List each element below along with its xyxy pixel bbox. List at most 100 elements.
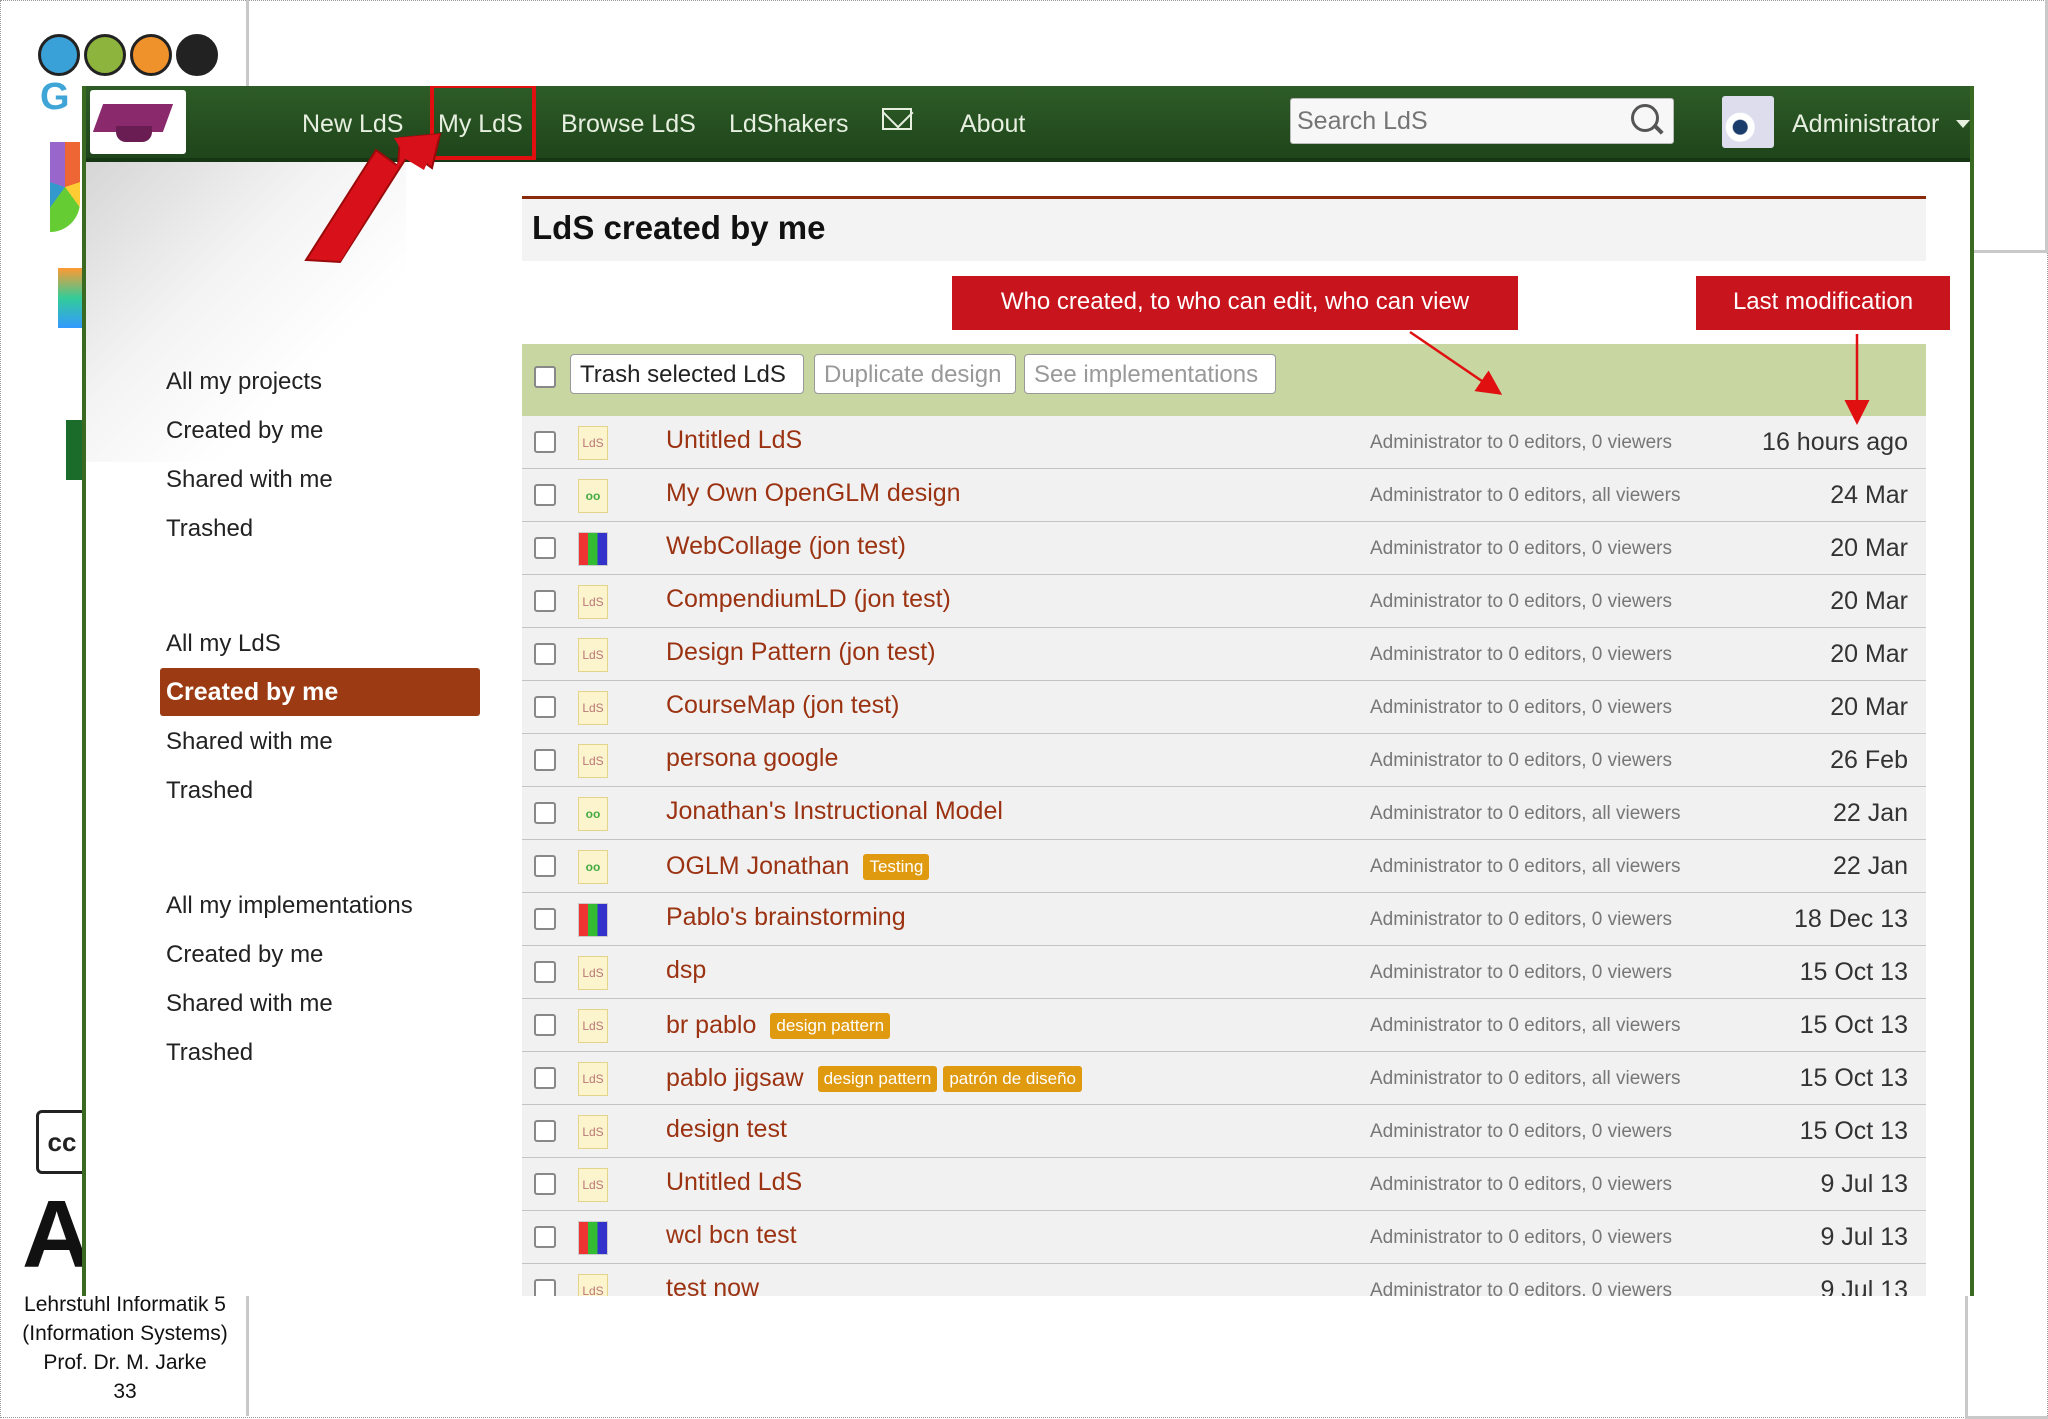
table-row[interactable]: LdS CompendiumLD (jon test) Administrator … bbox=[522, 575, 1926, 628]
row-title-text[interactable]: br pablo bbox=[666, 1011, 756, 1039]
row-title-link[interactable]: Jonathan's Instructional Model bbox=[666, 797, 1003, 826]
tag-badge[interactable]: patrón de diseño bbox=[943, 1066, 1082, 1092]
row-checkbox[interactable] bbox=[534, 590, 556, 612]
table-row[interactable]: LdS Untitled LdS Administrator to 0 editor… bbox=[522, 1158, 1926, 1211]
row-title-text[interactable]: CourseMap (jon test) bbox=[666, 691, 899, 719]
row-title-text[interactable]: Untitled LdS bbox=[666, 426, 802, 454]
table-row[interactable]: WebCollage (jon test) Administrator to 0 … bbox=[522, 522, 1926, 575]
sidebar-projects-created[interactable]: Created by me bbox=[166, 417, 323, 445]
trash-selected-button[interactable]: Trash selected LdS bbox=[570, 354, 804, 394]
table-row[interactable]: LdS br pablo design pattern Administrator t… bbox=[522, 999, 1926, 1052]
sidebar-lds-all[interactable]: All my LdS bbox=[166, 630, 281, 658]
row-checkbox[interactable] bbox=[534, 643, 556, 665]
row-title-link[interactable]: My Own OpenGLM design bbox=[666, 479, 961, 508]
sidebar-lds-trashed[interactable]: Trashed bbox=[166, 777, 253, 805]
row-title-link[interactable]: CourseMap (jon test) bbox=[666, 691, 899, 720]
row-checkbox[interactable] bbox=[534, 908, 556, 930]
row-checkbox[interactable] bbox=[534, 855, 556, 877]
row-title-text[interactable]: persona google bbox=[666, 744, 838, 772]
sidebar-projects-all[interactable]: All my projects bbox=[166, 368, 322, 396]
duplicate-design-button[interactable]: Duplicate design bbox=[814, 354, 1016, 394]
row-checkbox[interactable] bbox=[534, 1173, 556, 1195]
sidebar-impl-trashed[interactable]: Trashed bbox=[166, 1039, 253, 1067]
row-title-text[interactable]: pablo jigsaw bbox=[666, 1064, 804, 1092]
row-title-text[interactable]: CompendiumLD (jon test) bbox=[666, 585, 951, 613]
row-title-text[interactable]: Pablo's brainstorming bbox=[666, 903, 906, 931]
user-menu[interactable]: Administrator bbox=[1792, 86, 1939, 158]
table-row[interactable]: LdS persona google Administrator to 0 edit… bbox=[522, 734, 1926, 787]
row-title-link[interactable]: Design Pattern (jon test) bbox=[666, 638, 936, 667]
row-title-text[interactable]: test now bbox=[666, 1274, 759, 1296]
row-title-link[interactable]: CompendiumLD (jon test) bbox=[666, 585, 951, 614]
nav-about[interactable]: About bbox=[960, 86, 1025, 158]
nav-browse-lds[interactable]: Browse LdS bbox=[561, 86, 696, 158]
row-checkbox[interactable] bbox=[534, 1120, 556, 1142]
search-input[interactable] bbox=[1290, 98, 1674, 144]
see-implementations-button[interactable]: See implementations bbox=[1024, 354, 1276, 394]
row-checkbox[interactable] bbox=[534, 537, 556, 559]
row-checkbox[interactable] bbox=[534, 1014, 556, 1036]
row-checkbox[interactable] bbox=[534, 1226, 556, 1248]
row-title-link[interactable]: design test bbox=[666, 1115, 787, 1144]
brand-logo[interactable] bbox=[90, 90, 186, 154]
tag-badge[interactable]: design pattern bbox=[817, 1066, 938, 1092]
table-row[interactable]: LdS pablo jigsaw design pattern patrón de d… bbox=[522, 1052, 1926, 1105]
table-row[interactable]: LdS test now Administrator to 0 editors, 0… bbox=[522, 1264, 1926, 1296]
row-title-text[interactable]: Jonathan's Instructional Model bbox=[666, 797, 1003, 825]
row-checkbox[interactable] bbox=[534, 484, 556, 506]
nav-ldshakers[interactable]: LdShakers bbox=[729, 86, 849, 158]
table-row[interactable]: LdS dsp Administrator to 0 editors, 0 view… bbox=[522, 946, 1926, 999]
row-title-text[interactable]: wcl bcn test bbox=[666, 1221, 797, 1249]
row-title-link[interactable]: persona google bbox=[666, 744, 838, 773]
row-title-link[interactable]: OGLM Jonathan Testing bbox=[666, 850, 935, 881]
row-title-link[interactable]: br pablo design pattern bbox=[666, 1009, 896, 1040]
row-title-text[interactable]: OGLM Jonathan bbox=[666, 852, 849, 880]
row-checkbox[interactable] bbox=[534, 696, 556, 718]
row-title-text[interactable]: WebCollage (jon test) bbox=[666, 532, 906, 560]
slide-logo-letter: G bbox=[40, 76, 70, 118]
row-title-text[interactable]: Untitled LdS bbox=[666, 1168, 802, 1196]
sidebar-lds-shared[interactable]: Shared with me bbox=[166, 728, 333, 756]
row-title-text[interactable]: dsp bbox=[666, 956, 706, 984]
mail-icon[interactable] bbox=[882, 108, 912, 130]
row-title-text[interactable]: Design Pattern (jon test) bbox=[666, 638, 936, 666]
row-checkbox[interactable] bbox=[534, 749, 556, 771]
table-row[interactable]: LdS design test Administrator to 0 editors… bbox=[522, 1105, 1926, 1158]
table-row[interactable]: LdS Design Pattern (jon test) Administrato… bbox=[522, 628, 1926, 681]
row-title-text[interactable]: My Own OpenGLM design bbox=[666, 479, 961, 507]
row-title-link[interactable]: Untitled LdS bbox=[666, 1168, 802, 1197]
table-row[interactable]: Pablo's brainstorming Administrator to 0 … bbox=[522, 893, 1926, 946]
table-row[interactable]: oo My Own OpenGLM design Administrator to … bbox=[522, 469, 1926, 522]
row-title-link[interactable]: Pablo's brainstorming bbox=[666, 903, 906, 932]
nav-new-lds[interactable]: New LdS bbox=[302, 86, 403, 158]
row-title-link[interactable]: dsp bbox=[666, 956, 706, 985]
row-title-link[interactable]: wcl bcn test bbox=[666, 1221, 797, 1250]
sidebar-projects-trashed[interactable]: Trashed bbox=[166, 515, 253, 543]
row-checkbox[interactable] bbox=[534, 802, 556, 824]
table-row[interactable]: LdS CourseMap (jon test) Administrator to … bbox=[522, 681, 1926, 734]
row-checkbox[interactable] bbox=[534, 1279, 556, 1296]
table-row[interactable]: LdS Untitled LdS Administrator to 0 editor… bbox=[522, 416, 1926, 469]
avatar[interactable] bbox=[1722, 96, 1774, 148]
sidebar-impl-shared[interactable]: Shared with me bbox=[166, 990, 333, 1018]
row-checkbox[interactable] bbox=[534, 961, 556, 983]
sidebar-impl-all[interactable]: All my implementations bbox=[166, 892, 413, 920]
chevron-down-icon[interactable] bbox=[1956, 120, 1970, 128]
tag-badge[interactable]: Testing bbox=[863, 854, 930, 880]
row-title-text[interactable]: design test bbox=[666, 1115, 787, 1143]
row-title-link[interactable]: pablo jigsaw design pattern patrón de dise… bbox=[666, 1062, 1088, 1093]
sidebar-lds-created-active[interactable]: Created by me bbox=[160, 668, 480, 716]
table-row[interactable]: oo OGLM Jonathan Testing Administrator to 0… bbox=[522, 840, 1926, 893]
sidebar-projects-shared[interactable]: Shared with me bbox=[166, 466, 333, 494]
select-all-checkbox[interactable] bbox=[534, 366, 556, 388]
search-icon[interactable] bbox=[1631, 104, 1659, 132]
row-title-link[interactable]: WebCollage (jon test) bbox=[666, 532, 906, 561]
row-title-link[interactable]: test now bbox=[666, 1274, 759, 1296]
table-row[interactable]: wcl bcn test Administrator to 0 editors, … bbox=[522, 1211, 1926, 1264]
row-checkbox[interactable] bbox=[534, 1067, 556, 1089]
sidebar-impl-created[interactable]: Created by me bbox=[166, 941, 323, 969]
tag-badge[interactable]: design pattern bbox=[770, 1013, 891, 1039]
row-title-link[interactable]: Untitled LdS bbox=[666, 426, 802, 455]
row-checkbox[interactable] bbox=[534, 431, 556, 453]
table-row[interactable]: oo Jonathan's Instructional Model Administ… bbox=[522, 787, 1926, 840]
